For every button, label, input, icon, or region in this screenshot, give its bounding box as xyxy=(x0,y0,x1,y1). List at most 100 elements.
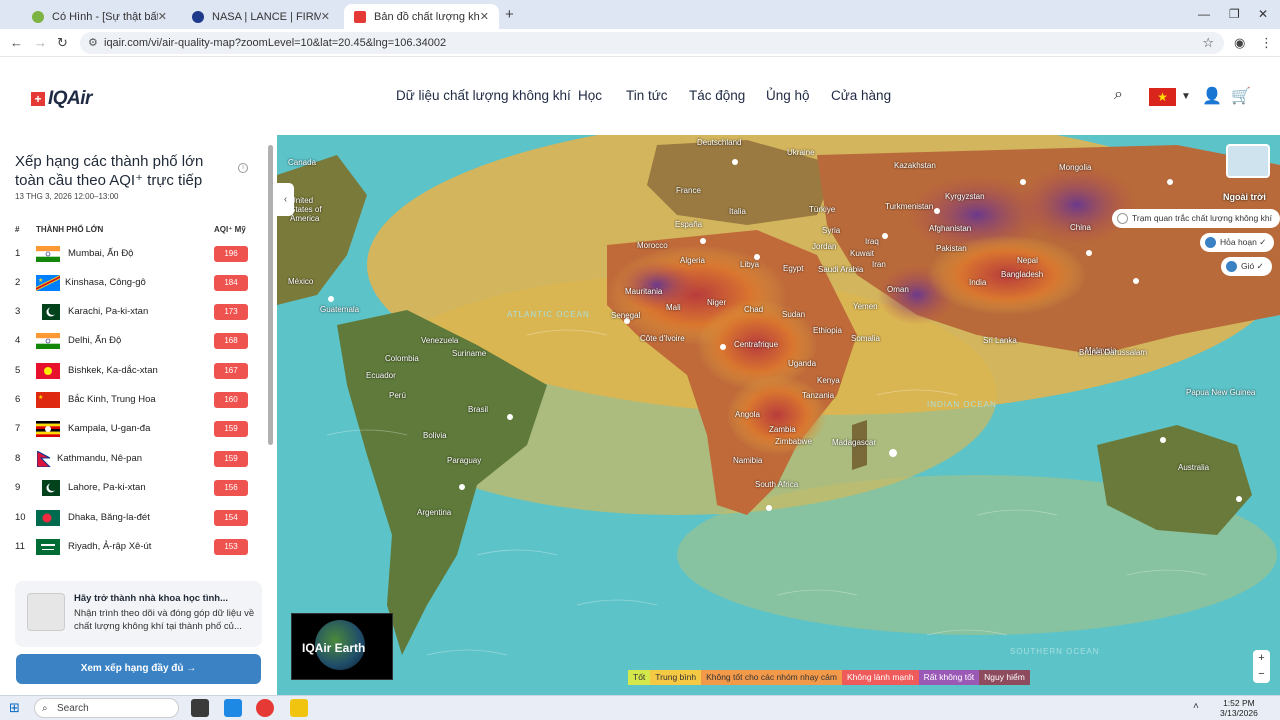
scrollbar-thumb[interactable] xyxy=(268,145,273,445)
place-label: Iran xyxy=(872,260,886,269)
chevron-down-icon[interactable]: ▼ xyxy=(1181,91,1191,102)
vietnam-flag-icon[interactable]: ★ xyxy=(1149,88,1176,106)
zoom-out-icon[interactable]: − xyxy=(1253,666,1270,682)
layer-thumbnail[interactable] xyxy=(1226,144,1270,178)
zoom-in-icon[interactable]: + xyxy=(1253,650,1270,666)
app-icon[interactable] xyxy=(224,699,242,717)
menu-news[interactable]: Tin tức xyxy=(626,88,668,103)
table-row[interactable]: 7 Kampala, U-gan-đa 159 xyxy=(15,414,255,443)
cart-icon[interactable]: 🛒 xyxy=(1231,86,1251,106)
table-row[interactable]: 1 Mumbai, Ấn Độ 196 xyxy=(15,239,255,268)
close-icon[interactable]: ✕ xyxy=(480,10,489,23)
windows-start-icon[interactable]: ⊞ xyxy=(9,700,20,716)
chrome-icon[interactable] xyxy=(256,699,274,717)
logo-cross-icon: + xyxy=(31,92,45,106)
task-view-icon[interactable] xyxy=(191,699,209,717)
tray-chevron-icon[interactable]: ˄ xyxy=(1193,701,1199,712)
table-row[interactable]: 4 Delhi, Ấn Độ 168 xyxy=(15,326,255,355)
place-label: Syria xyxy=(822,226,841,235)
station-icon xyxy=(1117,213,1128,224)
zoom-control[interactable]: + − xyxy=(1253,650,1270,683)
wind-toggle[interactable]: Gió ✓ xyxy=(1221,257,1272,276)
table-row[interactable]: 11 Riyadh, Ả-rập Xê-út 153 xyxy=(15,532,255,561)
menu-dots-icon[interactable]: ⋮ xyxy=(1260,35,1273,51)
bookmark-star-icon[interactable]: ☆ xyxy=(1202,32,1214,54)
city-name: Delhi, Ấn Độ xyxy=(68,335,122,346)
table-row[interactable]: 5 Bishkek, Ka-dắc-xtan 167 xyxy=(15,356,255,385)
taskbar-clock[interactable]: 1:52 PM 3/13/2026 xyxy=(1220,698,1258,718)
aqi-badge: 159 xyxy=(214,420,248,437)
earth-label: IQAir Earth xyxy=(302,641,366,655)
place-label: Bangladesh xyxy=(1001,270,1044,279)
city-name: Bắc Kinh, Trung Hoa xyxy=(68,394,156,405)
menu-learn[interactable]: Học xyxy=(578,88,602,103)
clock-date: 3/13/2026 xyxy=(1220,708,1258,718)
browser-tab-1[interactable]: Có Hình - [Sự thật bất ngờ] Chi ✕ xyxy=(22,4,177,29)
view-full-ranking-button[interactable]: Xem xếp hạng đầy đủ → xyxy=(16,654,261,684)
fire-label: Hỏa hoạn ✓ xyxy=(1220,237,1267,247)
collapse-sidebar-chevron-icon[interactable]: ‹ xyxy=(277,183,294,216)
url-field[interactable]: ⚙ iqair.com/vi/air-quality-map?zoomLevel… xyxy=(80,32,1224,54)
place-label: India xyxy=(969,278,987,287)
place-label: Afghanistan xyxy=(929,224,972,233)
reload-icon[interactable]: ↻ xyxy=(57,35,68,51)
table-row[interactable]: 2 ★ Kinshasa, Công-gô 184 xyxy=(15,268,255,297)
layer-label: Ngoài trời xyxy=(1223,192,1266,202)
iqair-earth-widget[interactable]: IQAir Earth xyxy=(291,613,393,680)
svg-text:★: ★ xyxy=(38,394,43,401)
close-window-icon[interactable]: ✕ xyxy=(1258,7,1268,21)
place-label: Guatemala xyxy=(320,305,360,314)
menu-shop[interactable]: Cửa hàng xyxy=(831,88,891,103)
taskbar-search[interactable]: ⌕ Search xyxy=(34,698,179,718)
minimize-icon[interactable]: — xyxy=(1198,7,1210,21)
aqi-badge: 154 xyxy=(214,509,248,526)
col-city: THÀNH PHỐ LỚN xyxy=(36,225,104,234)
rank: 9 xyxy=(15,482,21,493)
table-row[interactable]: 3 Karachi, Pa-ki-xtan 173 xyxy=(15,297,255,326)
info-icon[interactable]: i xyxy=(238,163,248,173)
menu-support[interactable]: Ủng hộ xyxy=(766,88,810,103)
table-row[interactable]: 8 Kathmandu, Nê-pan 159 xyxy=(15,444,255,473)
close-icon[interactable]: ✕ xyxy=(158,10,167,23)
url-text: iqair.com/vi/air-quality-map?zoomLevel=1… xyxy=(104,37,447,49)
table-row[interactable]: 10 Dhaka, Băng-la-đét 154 xyxy=(15,503,255,532)
place-label: Chad xyxy=(744,305,764,314)
citizen-scientist-card[interactable]: Hãy trở thành nhà khoa học tình... Nhận … xyxy=(15,581,262,647)
aqi-badge: 173 xyxy=(214,303,248,320)
rank: 11 xyxy=(15,541,25,552)
sidebar-scrollbar[interactable] xyxy=(267,135,275,560)
city-name: Bishkek, Ka-dắc-xtan xyxy=(68,365,158,376)
iqair-logo[interactable]: + IQAir xyxy=(31,88,92,110)
table-row[interactable]: 9 Lahore, Pa-ki-xtan 156 xyxy=(15,473,255,502)
menu-impact[interactable]: Tác động xyxy=(689,88,745,103)
place-label: Ecuador xyxy=(366,371,396,380)
place-label: Argentina xyxy=(417,508,452,517)
ocean-label: ATLANTIC OCEAN xyxy=(507,310,590,319)
forward-icon[interactable]: → xyxy=(34,35,47,50)
back-icon[interactable]: ← xyxy=(10,35,23,50)
menu-air-quality-data[interactable]: Dữ liệu chất lượng không khí xyxy=(396,88,571,103)
close-icon[interactable]: ✕ xyxy=(321,10,330,23)
fire-toggle[interactable]: Hỏa hoạn ✓ xyxy=(1200,233,1275,252)
place-label: Yemen xyxy=(853,302,878,311)
tab-title: NASA | LANCE | FIRMS xyxy=(212,10,321,23)
browser-tab-2[interactable]: NASA | LANCE | FIRMS ✕ xyxy=(182,4,340,29)
aqi-badge: 153 xyxy=(214,538,248,555)
aqi-badge: 196 xyxy=(214,245,248,262)
restore-icon[interactable]: ❐ xyxy=(1229,7,1240,21)
ocean-label: INDIAN OCEAN xyxy=(927,400,997,409)
app-icon[interactable] xyxy=(290,699,308,717)
search-icon[interactable]: ⌕ xyxy=(1114,86,1123,104)
rank: 1 xyxy=(15,248,21,259)
profile-icon[interactable]: ◉ xyxy=(1234,35,1245,51)
browser-tab-3[interactable]: Bản đồ chất lượng không khí ở ✕ xyxy=(344,4,499,29)
site-info-icon[interactable]: ⚙ xyxy=(88,32,98,54)
place-label: Mali xyxy=(666,303,681,312)
place-label: Côte d'Ivoire xyxy=(640,334,685,343)
table-row[interactable]: 6 ★ Bắc Kinh, Trung Hoa 160 xyxy=(15,385,255,414)
user-icon[interactable]: 👤 xyxy=(1202,86,1222,106)
station-toggle[interactable]: Trạm quan trắc chất lượng không khí xyxy=(1112,209,1280,228)
place-label: Iraq xyxy=(865,237,879,246)
new-tab-icon[interactable]: + xyxy=(505,6,514,23)
nepal-flag-icon xyxy=(36,449,52,467)
